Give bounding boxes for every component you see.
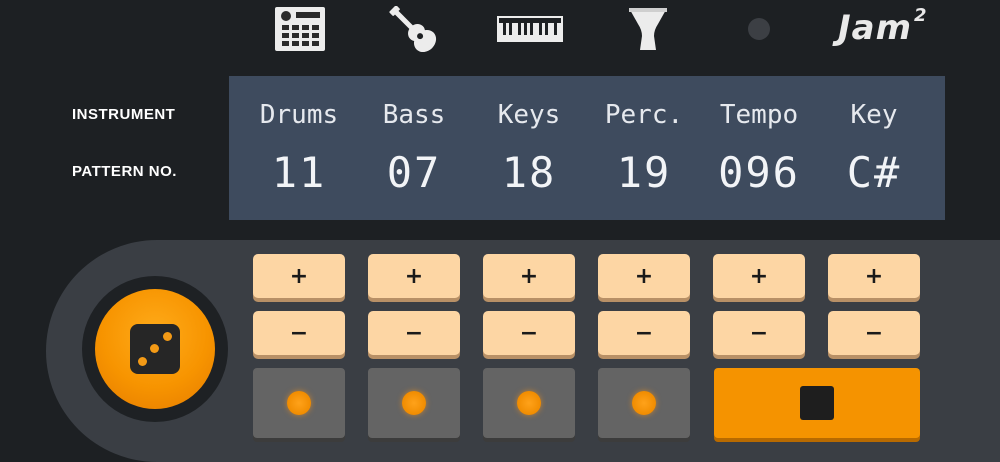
instrument-label: INSTRUMENT bbox=[72, 106, 176, 123]
key-column: Key C# bbox=[816, 76, 932, 220]
drum-machine-icon[interactable] bbox=[274, 6, 326, 52]
key-value: C# bbox=[846, 148, 902, 197]
key-minus-button[interactable]: − bbox=[828, 311, 920, 355]
bass-plus-button[interactable]: + bbox=[368, 254, 460, 298]
perc-column: Perc. 19 bbox=[586, 76, 702, 220]
perc-name: Perc. bbox=[604, 100, 684, 130]
tempo-minus-button[interactable]: − bbox=[713, 311, 805, 355]
perc-toggle-button[interactable] bbox=[598, 368, 690, 438]
perc-value: 19 bbox=[616, 148, 672, 197]
keys-minus-button[interactable]: − bbox=[483, 311, 575, 355]
perc-minus-button[interactable]: − bbox=[598, 311, 690, 355]
tempo-name: Tempo bbox=[719, 100, 799, 130]
bass-minus-button[interactable]: − bbox=[368, 311, 460, 355]
bass-led-icon bbox=[402, 391, 426, 415]
percussion-drum-icon[interactable] bbox=[628, 6, 668, 52]
stop-icon bbox=[800, 386, 834, 420]
stop-button[interactable] bbox=[714, 368, 920, 438]
guitar-icon[interactable] bbox=[388, 6, 438, 52]
keys-led-icon bbox=[517, 391, 541, 415]
tempo-value: 096 bbox=[718, 148, 800, 197]
drums-plus-button[interactable]: + bbox=[253, 254, 345, 298]
key-name: Key bbox=[850, 100, 898, 130]
key-plus-button[interactable]: + bbox=[828, 254, 920, 298]
bass-column: Bass 07 bbox=[356, 76, 472, 220]
keyboard-icon[interactable] bbox=[497, 6, 563, 52]
drums-led-icon bbox=[287, 391, 311, 415]
logo-superscript: 2 bbox=[914, 4, 928, 26]
tempo-plus-button[interactable]: + bbox=[713, 254, 805, 298]
app-logo: Jam 2 bbox=[838, 4, 928, 48]
drums-toggle-button[interactable] bbox=[253, 368, 345, 438]
bass-value: 07 bbox=[386, 148, 442, 197]
drums-name: Drums bbox=[259, 100, 339, 130]
perc-plus-button[interactable]: + bbox=[598, 254, 690, 298]
keys-plus-button[interactable]: + bbox=[483, 254, 575, 298]
drums-value: 11 bbox=[271, 148, 327, 197]
status-light-icon bbox=[746, 6, 772, 52]
bass-name: Bass bbox=[382, 100, 446, 130]
drums-column: Drums 11 bbox=[241, 76, 357, 220]
keys-value: 18 bbox=[501, 148, 557, 197]
keys-column: Keys 18 bbox=[471, 76, 587, 220]
drums-minus-button[interactable]: − bbox=[253, 311, 345, 355]
perc-led-icon bbox=[632, 391, 656, 415]
randomize-button[interactable] bbox=[95, 289, 215, 409]
top-bar: Jam 2 bbox=[0, 0, 1000, 60]
pattern-number-label: PATTERN NO. bbox=[72, 163, 177, 180]
tempo-column: Tempo 096 bbox=[701, 76, 817, 220]
dice-icon bbox=[130, 324, 180, 374]
keys-name: Keys bbox=[497, 100, 561, 130]
logo-text: Jam bbox=[838, 8, 913, 48]
bass-toggle-button[interactable] bbox=[368, 368, 460, 438]
keys-toggle-button[interactable] bbox=[483, 368, 575, 438]
pattern-display: Drums 11 Bass 07 Keys 18 Perc. 19 Tempo … bbox=[229, 76, 945, 220]
